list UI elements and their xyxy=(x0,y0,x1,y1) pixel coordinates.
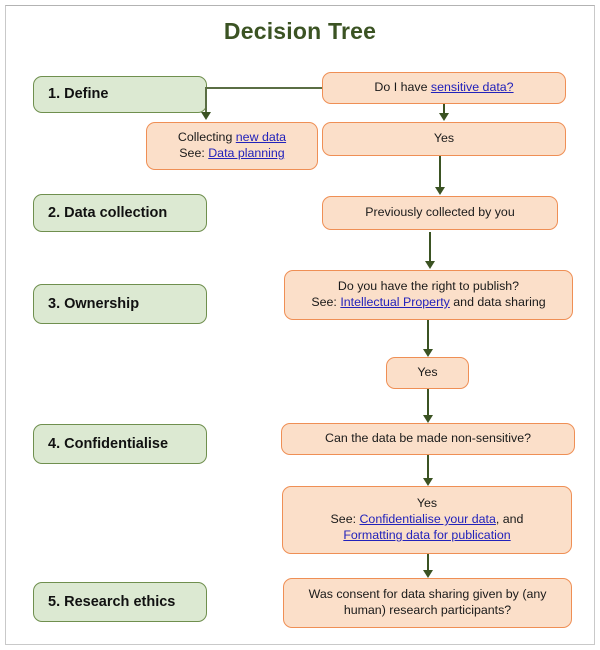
connector-non-sensitive-to-yes-see xyxy=(427,455,429,479)
new-data-link[interactable]: new data xyxy=(236,130,286,144)
yes3-line-1: Yes xyxy=(416,496,438,511)
yes3-line-2-post: , and xyxy=(495,512,524,527)
node-sensitive-data-question[interactable]: Do I have sensitive data? xyxy=(322,72,566,104)
ownership-line-1: Do you have the right to publish? xyxy=(337,279,520,294)
page-title: Decision Tree xyxy=(223,18,377,44)
collecting-line-2: See: Data planning xyxy=(155,146,309,162)
stage-label-confidentialise: 4. Confidentialise xyxy=(33,424,207,464)
node-yes-ownership[interactable]: Yes xyxy=(386,357,469,389)
stage-label-text: 2. Data collection xyxy=(48,204,168,221)
node-text: Was consent for data sharing given by (a… xyxy=(284,587,571,619)
stage-label-research-ethics: 5. Research ethics xyxy=(33,582,207,622)
arrowhead-to-yes-3 xyxy=(423,478,433,486)
node-text: Yes See: Confidentialise your data, and … xyxy=(283,496,571,544)
node-previously-collected-by-you[interactable]: Previously collected by you xyxy=(322,196,558,230)
node-non-sensitive-question[interactable]: Can the data be made non-sensitive? xyxy=(281,423,575,455)
stage-label-text: 1. Define xyxy=(48,86,109,103)
ownership-line-2: See: Intellectual Property and data shar… xyxy=(293,295,564,311)
data-planning-link[interactable]: Data planning xyxy=(208,146,284,160)
sensitive-question-pre: Do I have xyxy=(374,80,431,95)
see-pre: See: xyxy=(179,146,209,160)
node-text: Do I have sensitive data? xyxy=(323,80,565,96)
stage-label-data-collection: 2. Data collection xyxy=(33,194,207,232)
connector-yes-to-non-sensitive xyxy=(427,389,429,416)
yes3-line-3: Formatting data for publication xyxy=(291,528,563,544)
arrowhead-to-consent-question xyxy=(423,570,433,578)
node-consent-question[interactable]: Was consent for data sharing given by (a… xyxy=(283,578,572,628)
stage-label-text: 4. Confidentialise xyxy=(48,435,169,452)
sensitive-data-link[interactable]: sensitive data? xyxy=(431,80,514,94)
arrowhead-to-ownership-question xyxy=(425,261,435,269)
stage-label-text: 5. Research ethics xyxy=(48,593,176,610)
arrowhead-to-yes-2 xyxy=(423,349,433,357)
node-text: Yes xyxy=(417,365,438,380)
collecting-line-1: Collecting new data xyxy=(155,130,309,146)
stage-label-text: 3. Ownership xyxy=(48,295,140,312)
consent-line-2: human) research participants? xyxy=(343,603,512,617)
node-yes-sensitive[interactable]: Yes xyxy=(322,122,566,156)
connector-ownership-to-yes xyxy=(427,320,429,350)
connector-branch-vertical xyxy=(205,87,207,113)
ownership-line-2-post: and data sharing xyxy=(449,295,546,309)
formatting-data-for-publication-link[interactable]: Formatting data for publication xyxy=(343,528,510,542)
decision-tree-page: Decision Tree 1. Define 2. Data collecti… xyxy=(0,0,600,650)
connector-yes-see-to-consent xyxy=(427,554,429,571)
see-pre: See: xyxy=(311,295,341,309)
node-collecting-new-data[interactable]: Collecting new data See: Data planning xyxy=(146,122,318,170)
consent-line-1: Was consent for data sharing given by (a… xyxy=(308,587,547,602)
confidentialise-your-data-link[interactable]: Confidentialise your data xyxy=(359,512,495,526)
node-text: Do you have the right to publish? See: I… xyxy=(285,279,572,311)
arrowhead-to-yes-1 xyxy=(439,113,449,121)
node-text: Yes xyxy=(433,131,455,146)
node-text: Can the data be made non-sensitive? xyxy=(325,431,531,446)
arrowhead-to-previously-collected xyxy=(435,187,445,195)
node-right-to-publish-question[interactable]: Do you have the right to publish? See: I… xyxy=(284,270,573,320)
connector-previously-to-ownership xyxy=(429,232,431,262)
collecting-pre: Collecting xyxy=(177,130,236,145)
arrowhead-to-collecting-new-data xyxy=(201,112,211,120)
see-pre: See: xyxy=(330,512,360,527)
connector-yes-to-previously-collected xyxy=(439,156,441,188)
stage-label-ownership: 3. Ownership xyxy=(33,284,207,324)
yes3-line-2: See: Confidentialise your data, and xyxy=(291,512,563,528)
node-text: Previously collected by you xyxy=(365,205,515,220)
intellectual-property-link[interactable]: Intellectual Property xyxy=(340,295,450,309)
node-yes-confidentialise[interactable]: Yes See: Confidentialise your data, and … xyxy=(282,486,572,554)
connector-branch-horizontal xyxy=(205,87,323,89)
stage-label-define: 1. Define xyxy=(33,76,207,113)
arrowhead-to-non-sensitive-question xyxy=(423,415,433,423)
node-text: Collecting new data See: Data planning xyxy=(147,130,317,162)
